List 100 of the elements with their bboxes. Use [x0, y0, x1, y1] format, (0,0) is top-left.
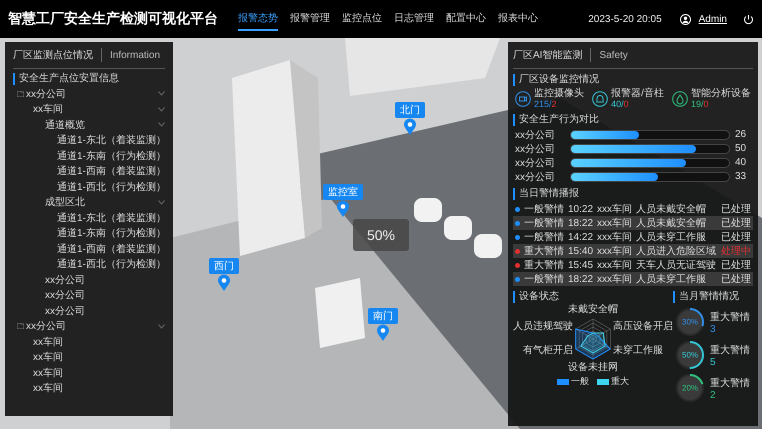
axis-label: 未戴安全帽 — [568, 304, 618, 316]
alarm-type-label: 重大警情 — [710, 344, 750, 356]
nav-tab[interactable]: 日志管理 — [394, 7, 434, 31]
app-title: 智慧工厂安全生产检测可视化平台 — [8, 10, 218, 28]
table-cell-text: 人员未戴安全帽 — [636, 216, 708, 230]
tree-item[interactable]: xx车间 — [33, 350, 165, 364]
tree-item[interactable]: xx车间 — [33, 366, 165, 380]
tree-item[interactable]: xx车间 — [33, 102, 158, 116]
offline-count: 0 — [624, 99, 629, 109]
device-label: 报警器/音柱 — [611, 88, 664, 99]
legend-label: 一般 — [571, 375, 589, 388]
tree-item[interactable]: 通道1-西南（着装监测） — [57, 242, 166, 256]
count-separator: / — [621, 99, 624, 109]
bar-value: 50 — [735, 143, 748, 154]
section-title: 安全生产行为对比 — [513, 114, 599, 126]
tree-item[interactable]: 通道1-东南（行为检测） — [57, 148, 166, 163]
axis-label: 设备未挂网 — [568, 362, 618, 374]
section-title: 厂区设备监控情况 — [513, 74, 599, 86]
alarm-count: 2 — [710, 390, 717, 400]
panel-subtitle: Information — [110, 50, 160, 60]
table-cell-text: 一般警情 — [524, 202, 564, 216]
nav-tab[interactable]: 报警态势 — [238, 7, 278, 31]
nav-tab[interactable]: 报警管理 — [290, 7, 330, 31]
bar-label: xx分公司 — [515, 128, 556, 142]
table-cell-text: 人员进入危险区域 — [636, 244, 717, 258]
online-count: 215 — [534, 99, 550, 109]
count-separator: / — [701, 99, 704, 109]
section-title: 设备状态 — [513, 291, 559, 303]
tree-item[interactable]: 通道1-东南（行为检测） — [57, 226, 166, 240]
axis-label: 高压设备开启 — [613, 321, 673, 333]
device-label: 监控摄像头 — [534, 88, 584, 99]
bar-label: xx分公司 — [515, 156, 556, 170]
table-cell-text: 已处理 — [721, 272, 751, 286]
section-title: 当日警情播报 — [513, 188, 579, 200]
table-cell-text: xxx车间 — [597, 202, 632, 216]
tree-item[interactable]: xx分公司 — [45, 288, 165, 302]
table-cell: 18:22 — [568, 218, 594, 228]
tree-item[interactable]: 成型区北 — [45, 195, 158, 210]
table-cell: 14:22 — [568, 232, 594, 242]
table-cell-text: 重大警情 — [524, 244, 564, 258]
tree-item[interactable]: 通道1-东北（着装监测） — [57, 210, 166, 225]
table-cell-text: 已处理 — [721, 230, 751, 244]
user-link[interactable]: Admin — [698, 14, 727, 24]
axis-label: 未穿工作服 — [613, 345, 663, 357]
tree-item[interactable]: xx车间 — [33, 381, 165, 396]
table-cell-text: 已处理 — [721, 258, 751, 272]
bar-value: 40 — [735, 157, 748, 168]
panel-title: 厂区AI智能监测 — [513, 48, 582, 62]
table-cell-text: 一般警情 — [524, 216, 564, 230]
offline-count: 0 — [704, 99, 709, 109]
table-cell-text: 一般警情 — [524, 230, 564, 244]
tree-item[interactable]: xx分公司 — [45, 272, 165, 287]
percent-label: 50% — [682, 350, 698, 360]
tree-item[interactable]: xx分公司 — [26, 319, 158, 334]
tree-item[interactable]: 通道1-西北（行为检测） — [57, 257, 166, 272]
axis-label: 有气柜开启 — [523, 345, 573, 357]
offline-count: 2 — [552, 99, 557, 109]
table-cell-text: xxx车间 — [597, 258, 632, 272]
bar-value: 26 — [735, 129, 748, 140]
table-cell-text: 天车人员无证驾驶 — [636, 258, 717, 272]
panel-title: 厂区监测点位情况 — [13, 48, 93, 62]
axis-label: 人员违规驾驶 — [513, 321, 573, 333]
bar-label: xx分公司 — [515, 170, 556, 184]
table-cell: 15:45 — [568, 260, 594, 270]
alarm-count: 5 — [710, 356, 717, 368]
bar-label: xx分公司 — [515, 142, 556, 156]
nav-tab[interactable]: 监控点位 — [342, 7, 382, 31]
table-cell-text: 人员未戴安全帽 — [636, 202, 708, 216]
online-count: 19 — [691, 99, 702, 109]
tree-item[interactable]: 通道1-东北（着装监测） — [57, 133, 166, 148]
table-cell: 10:22 — [568, 204, 594, 214]
table-cell-text: xxx车间 — [597, 216, 632, 230]
legend-label: 重大 — [611, 375, 629, 388]
tree-item[interactable]: 通道1-西北（行为检测） — [57, 180, 166, 194]
percent-label: 30% — [682, 318, 698, 326]
table-cell-text: 处理中 — [721, 244, 751, 258]
alarm-count: 3 — [710, 324, 717, 334]
table-cell-text: 已处理 — [721, 202, 751, 216]
percent-label: 20% — [682, 384, 698, 392]
table-cell-text: xxx车间 — [597, 230, 632, 244]
device-label: 智能分析设备 — [691, 88, 751, 99]
section-title: 当月警情情况 — [673, 291, 739, 303]
count-separator: / — [549, 99, 552, 109]
panel-subtitle: Safety — [599, 50, 628, 60]
nav-tab[interactable]: 报表中心 — [498, 7, 538, 31]
bar-value: 33 — [735, 171, 748, 182]
table-cell: 18:22 — [568, 274, 594, 284]
table-cell-text: 已处理 — [721, 216, 751, 230]
tree-item[interactable]: 通道1-西南（着装监测） — [57, 164, 166, 178]
tree-item[interactable]: xx分公司 — [26, 86, 158, 101]
section-title: 安全生产点位安置信息 — [13, 73, 165, 85]
loading-indicator: 50% — [353, 219, 409, 251]
table-cell-text: 重大警情 — [524, 258, 564, 272]
tree-item[interactable]: xx分公司 — [45, 304, 165, 318]
table-cell-text: xxx车间 — [597, 244, 632, 258]
table-cell-text: 一般警情 — [524, 272, 564, 286]
tree-item[interactable]: xx车间 — [33, 334, 165, 349]
tree-item[interactable]: 通道概览 — [45, 118, 158, 132]
nav-tab[interactable]: 配置中心 — [446, 7, 486, 31]
alarm-type-label: 重大警情 — [710, 376, 750, 390]
